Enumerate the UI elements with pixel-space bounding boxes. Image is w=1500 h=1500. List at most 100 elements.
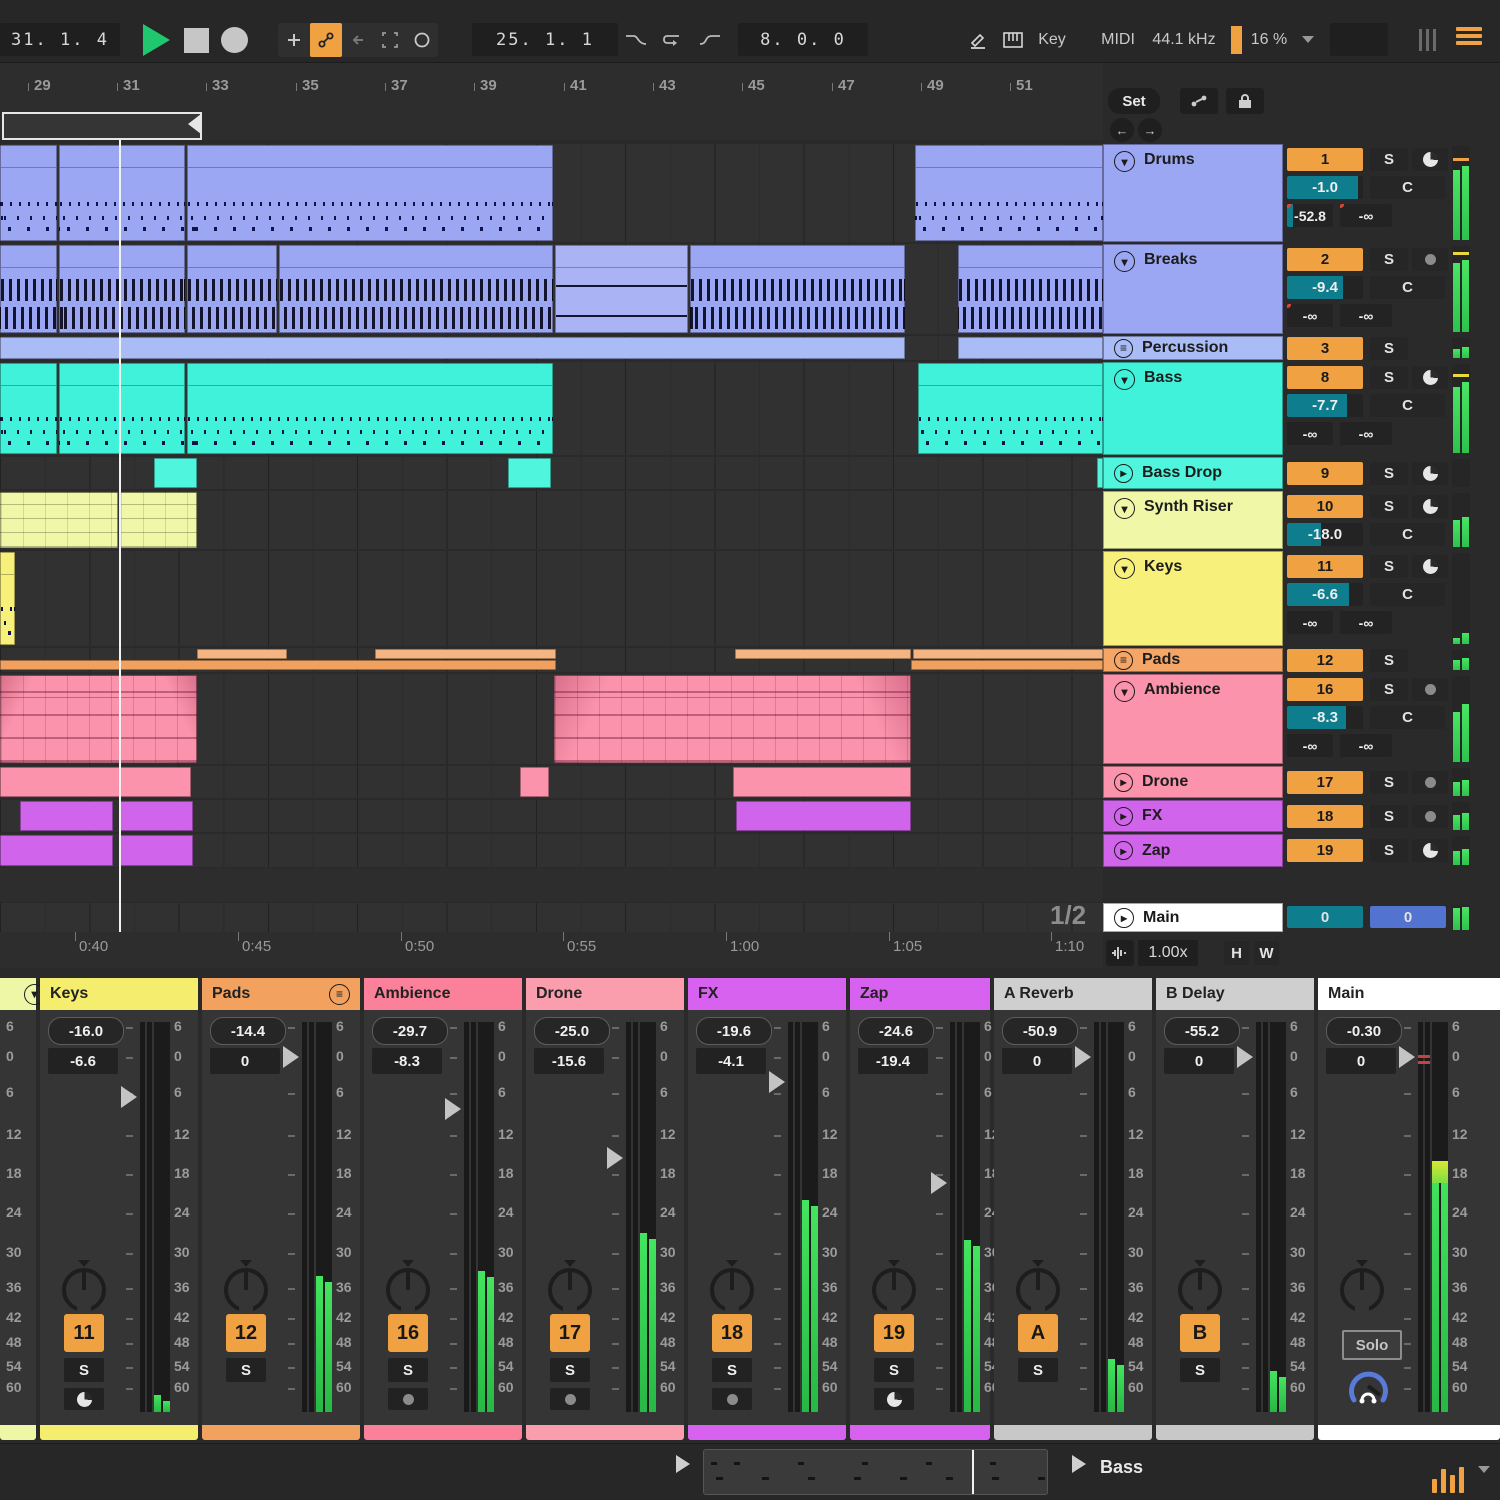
fader-track-pads[interactable] [302,1022,314,1412]
clip-percussion[interactable] [958,337,1103,359]
peak-display-ambience[interactable]: -29.7 [372,1017,448,1045]
track-number-bass-drop[interactable]: 9 [1287,462,1363,485]
volume-display-breaks[interactable]: -9.4 [1287,276,1363,299]
crossfade-strip-fx[interactable] [688,1425,846,1440]
crossfade-strip-main[interactable] [1318,1425,1500,1440]
mixer-header-b-delay[interactable]: B Delay [1156,978,1314,1010]
track-header-percussion[interactable]: ≡Percussion [1103,336,1283,360]
arm-button-ambience[interactable] [1412,678,1448,701]
track-number-drone[interactable]: 17 [1287,771,1363,794]
arm-button-drone[interactable] [1412,771,1448,794]
loop-icon[interactable] [656,23,688,57]
send-a-display-ambience[interactable]: -∞ [1287,734,1333,757]
clip-breaks[interactable] [279,245,553,333]
arm-button-drone[interactable] [550,1388,590,1410]
solo-button-fx[interactable]: S [712,1358,752,1382]
arm-button-breaks[interactable] [1412,248,1448,271]
draw-mode-icon[interactable] [962,23,994,57]
collapse-triangle-icon[interactable]: ▾ [1114,369,1135,390]
pan-display-keys[interactable]: C [1370,583,1445,606]
send-a-display-keys[interactable]: -∞ [1287,611,1333,634]
track-number-drums[interactable]: 1 [1287,148,1363,171]
fader-track-a-reverb[interactable] [1094,1022,1106,1412]
peak-display-main[interactable]: -0.30 [1326,1017,1402,1045]
solo-button-zap[interactable]: S [1370,839,1408,862]
track-number-pads[interactable]: 12 [1287,649,1363,672]
clip-drone[interactable] [733,767,911,797]
clip-ambience[interactable] [554,675,911,763]
collapse-triangle-icon[interactable]: ▾ [1114,151,1135,172]
clip-drums[interactable] [187,145,553,241]
track-header-zap[interactable]: ▸Zap [1103,834,1283,867]
volume-display-drone[interactable]: -15.6 [534,1048,604,1074]
volume-display-synth-riser[interactable]: -18.0 [1287,523,1363,546]
cpu-dropdown-icon[interactable] [1302,36,1314,43]
track-lane-main[interactable] [0,903,1103,932]
clip-breaks[interactable] [0,245,57,333]
loop-brace-handle[interactable] [188,114,201,134]
time-ruler[interactable]: 0:400:450:500:551:001:051:10 [0,932,1103,968]
channel-number-a-reverb[interactable]: A [1018,1314,1058,1352]
track-lane-keys[interactable] [0,551,1103,646]
collapse-triangle-icon[interactable]: ▾ [1114,498,1135,519]
solo-button-keys[interactable]: S [1370,555,1408,578]
solo-button-drone[interactable]: S [550,1358,590,1382]
channel-number-keys[interactable]: 11 [64,1314,104,1352]
group-icon[interactable]: ≡ [329,984,350,1005]
send-a-display-bass[interactable]: -∞ [1287,422,1333,445]
re-enable-automation-icon[interactable] [342,23,374,57]
pan-knob-a-reverb[interactable] [1016,1268,1060,1312]
track-header-main[interactable]: ▸Main [1103,903,1283,932]
fader-handle-main[interactable] [1399,1046,1415,1068]
pan-knob-zap[interactable] [872,1268,916,1312]
clip-pads[interactable] [0,660,556,670]
mixer-header-pads[interactable]: Pads≡ [202,978,360,1010]
solo-button-b-delay[interactable]: S [1180,1358,1220,1382]
arrangement-position-display[interactable]: 31. 1. 4 [0,23,120,56]
pan-knob-keys[interactable] [62,1268,106,1312]
track-number-breaks[interactable]: 2 [1287,248,1363,271]
solo-button-bass[interactable]: S [1370,366,1408,389]
main-pan-display[interactable]: 0 [1370,906,1446,928]
peak-display-fx[interactable]: -19.6 [696,1017,772,1045]
peak-display-drone[interactable]: -25.0 [534,1017,610,1045]
group-icon[interactable]: ≡ [1114,651,1133,670]
clip-zap[interactable] [119,835,193,866]
peak-display-keys[interactable]: -16.0 [48,1017,124,1045]
pan-display-drums[interactable]: C [1370,176,1445,199]
pan-knob-main[interactable] [1340,1268,1384,1312]
track-header-drums[interactable]: ▾Drums [1103,144,1283,242]
clip-drums[interactable] [915,145,1103,241]
track-header-fx[interactable]: ▸FX [1103,800,1283,832]
channel-number-b-delay[interactable]: B [1180,1314,1220,1352]
track-number-synth-riser[interactable]: 10 [1287,495,1363,518]
mixer-header-ambience[interactable]: Ambience [364,978,522,1010]
clip-pads[interactable] [913,649,1103,659]
track-header-synth-riser[interactable]: ▾Synth Riser [1103,491,1283,549]
solo-button-main[interactable]: Solo [1342,1330,1402,1360]
clip-keys[interactable] [0,552,15,645]
punch-in-icon[interactable] [620,23,652,57]
send-a-display-breaks[interactable]: -∞ [1287,304,1333,327]
punch-out-icon[interactable] [694,23,726,57]
clip-fx[interactable] [20,801,113,831]
channel-number-fx[interactable]: 18 [712,1314,752,1352]
solo-button-a-reverb[interactable]: S [1018,1358,1058,1382]
clip-ambience[interactable] [0,675,197,763]
arm-button-keys[interactable] [64,1388,104,1410]
send-b-display-keys[interactable]: -∞ [1340,611,1392,634]
loop-brace[interactable] [2,112,202,140]
peak-display-a-reverb[interactable]: -50.9 [1002,1017,1078,1045]
lock-icon[interactable] [1226,88,1264,114]
capture-midi-icon[interactable] [374,23,406,57]
fader-handle-ambience[interactable] [445,1098,461,1120]
send-a-display-drums[interactable]: -52.8 [1287,204,1333,227]
solo-button-bass-drop[interactable]: S [1370,462,1408,485]
meter-bars-icon[interactable] [1417,29,1438,56]
clip-pads[interactable] [197,649,287,659]
session-record-icon[interactable] [406,23,438,57]
send-b-display-bass[interactable]: -∞ [1340,422,1392,445]
history-back-button[interactable]: ← [1110,118,1134,142]
track-header-ambience[interactable]: ▾Ambience [1103,674,1283,764]
track-number-percussion[interactable]: 3 [1287,337,1363,360]
